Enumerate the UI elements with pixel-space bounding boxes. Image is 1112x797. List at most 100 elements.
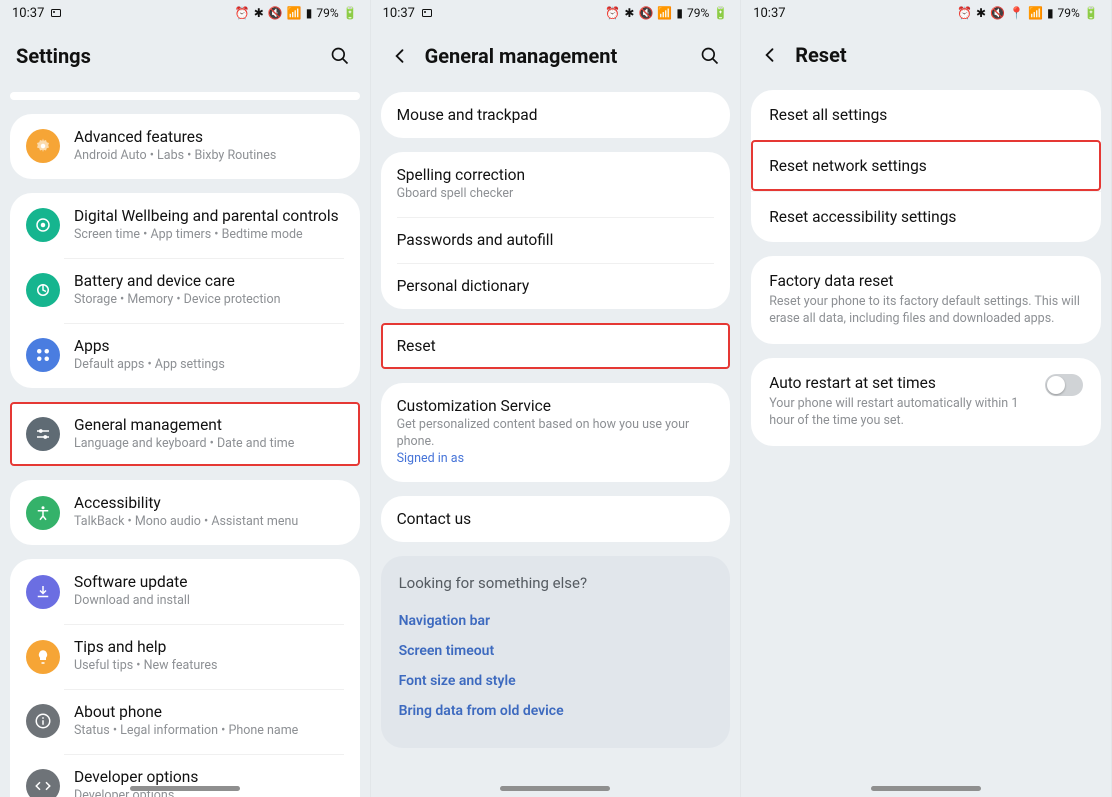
link-font-size-style[interactable]: Font size and style — [399, 666, 713, 696]
row-label: Advanced features — [74, 128, 344, 146]
card-text-input: Spelling correction Gboard spell checker… — [381, 152, 731, 309]
row-customization-service[interactable]: Customization Service Get personalized c… — [381, 383, 731, 482]
row-battery-care[interactable]: Battery and device care Storage • Memory… — [10, 258, 360, 323]
row-sub: Default apps • App settings — [74, 357, 344, 374]
row-software-update[interactable]: Software update Download and install — [10, 559, 360, 624]
row-label: Reset accessibility settings — [769, 208, 1083, 226]
row-reset[interactable]: Reset — [381, 323, 731, 369]
page-title: Settings — [16, 44, 91, 68]
row-personal-dictionary[interactable]: Personal dictionary — [381, 263, 731, 309]
back-button[interactable] — [387, 43, 413, 69]
row-advanced-features[interactable]: Advanced features Android Auto • Labs • … — [10, 114, 360, 179]
row-label: Reset network settings — [769, 157, 1083, 175]
info-icon — [26, 704, 60, 738]
row-sub: Gboard spell checker — [397, 186, 715, 203]
card-customization: Customization Service Get personalized c… — [381, 383, 731, 482]
chevron-left-icon — [760, 45, 780, 65]
row-reset-network[interactable]: Reset network settings — [751, 140, 1101, 191]
card-reset: Reset — [381, 323, 731, 369]
row-accessibility[interactable]: Accessibility TalkBack • Mono audio • As… — [10, 480, 360, 545]
header: General management — [371, 26, 741, 92]
row-label: Reset — [397, 337, 715, 355]
row-about-phone[interactable]: About phone Status • Legal information •… — [10, 689, 360, 754]
signal-icon: ▮ — [1047, 6, 1054, 20]
alarm-icon: ⏰ — [605, 6, 620, 20]
row-label: Battery and device care — [74, 272, 344, 290]
row-sub: Android Auto • Labs • Bixby Routines — [74, 148, 344, 165]
header: Reset — [741, 26, 1111, 90]
row-sub: Get personalized content based on how yo… — [397, 417, 715, 468]
row-label: Software update — [74, 573, 344, 591]
row-factory-reset[interactable]: Factory data reset Reset your phone to i… — [751, 256, 1101, 344]
auto-restart-toggle[interactable] — [1045, 374, 1083, 396]
row-spelling[interactable]: Spelling correction Gboard spell checker — [381, 152, 731, 217]
card-partial — [10, 92, 360, 100]
mute-icon: 🔇 — [638, 6, 653, 20]
signal-icon: ▮ — [676, 6, 683, 20]
row-sub: Status • Legal information • Phone name — [74, 723, 344, 740]
back-button[interactable] — [757, 42, 783, 68]
link-screen-timeout[interactable]: Screen timeout — [399, 636, 713, 666]
row-label: Passwords and autofill — [397, 231, 715, 249]
search-button[interactable] — [696, 42, 724, 70]
row-sub: Your phone will restart automatically wi… — [769, 396, 1023, 430]
alarm-icon: ⏰ — [235, 6, 250, 20]
row-sub: Reset your phone to its factory default … — [769, 294, 1083, 328]
gear-icon — [26, 129, 60, 163]
signed-in-link[interactable]: Signed in as — [397, 451, 464, 466]
apps-icon — [26, 338, 60, 372]
screen-general-management: 10:37 ⏰ ✱ 🔇 📶 ▮ 79% 🔋 General management… — [371, 0, 742, 797]
row-label: Developer options — [74, 768, 344, 786]
sliders-icon — [26, 417, 60, 451]
card-care: Digital Wellbeing and parental controls … — [10, 193, 360, 388]
link-navigation-bar[interactable]: Navigation bar — [399, 606, 713, 636]
mute-icon: 🔇 — [990, 6, 1005, 20]
link-bring-data[interactable]: Bring data from old device — [399, 696, 713, 726]
battery-icon: 🔋 — [1084, 6, 1099, 20]
screen-settings: 10:37 ⏰ ✱ 🔇 📶 ▮ 79% 🔋 Settings — [0, 0, 371, 797]
row-label: Digital Wellbeing and parental controls — [74, 207, 344, 225]
search-icon — [330, 46, 350, 66]
card-mouse: Mouse and trackpad — [381, 92, 731, 138]
row-general-management[interactable]: General management Language and keyboard… — [10, 402, 360, 467]
row-tips-help[interactable]: Tips and help Useful tips • New features — [10, 624, 360, 689]
row-apps[interactable]: Apps Default apps • App settings — [10, 323, 360, 388]
accessibility-icon — [26, 496, 60, 530]
wifi-icon: 📶 — [657, 6, 672, 20]
row-contact-us[interactable]: Contact us — [381, 496, 731, 542]
row-label: Mouse and trackpad — [397, 106, 715, 124]
home-indicator[interactable] — [500, 786, 610, 791]
row-label: Customization Service — [397, 397, 715, 415]
download-icon — [26, 575, 60, 609]
card-reset-options: Reset all settings Reset network setting… — [751, 90, 1101, 242]
status-bar: 10:37 ⏰ ✱ 🔇 📶 ▮ 79% 🔋 — [0, 0, 370, 26]
battery-text: 79% — [316, 6, 338, 20]
screen-reset: 10:37 ⏰ ✱ 🔇 📍 📶 ▮ 79% 🔋 Reset Reset all … — [741, 0, 1112, 797]
home-indicator[interactable] — [130, 786, 240, 791]
row-sub: Storage • Memory • Device protection — [74, 292, 344, 309]
row-label: General management — [74, 416, 344, 434]
header: Settings — [0, 26, 370, 92]
row-sub: Screen time • App timers • Bedtime mode — [74, 227, 344, 244]
row-sub: Download and install — [74, 593, 344, 610]
status-time: 10:37 — [383, 6, 415, 21]
row-auto-restart[interactable]: Auto restart at set times Your phone wil… — [751, 358, 1101, 446]
row-reset-all[interactable]: Reset all settings — [751, 90, 1101, 140]
row-digital-wellbeing[interactable]: Digital Wellbeing and parental controls … — [10, 193, 360, 258]
home-indicator[interactable] — [871, 786, 981, 791]
lightbulb-icon — [26, 640, 60, 674]
wifi-icon: 📶 — [1028, 6, 1043, 20]
page-title: General management — [425, 44, 618, 68]
code-icon — [26, 769, 60, 797]
row-label: Tips and help — [74, 638, 344, 656]
row-reset-accessibility[interactable]: Reset accessibility settings — [751, 191, 1101, 242]
card-other: Software update Download and install Tip… — [10, 559, 360, 797]
row-passwords[interactable]: Passwords and autofill — [381, 217, 731, 263]
wifi-icon: 📶 — [287, 6, 302, 20]
bluetooth-icon: ✱ — [254, 6, 264, 20]
row-label: Auto restart at set times — [769, 374, 1023, 392]
mute-icon: 🔇 — [268, 6, 283, 20]
row-mouse-trackpad[interactable]: Mouse and trackpad — [381, 92, 731, 138]
search-button[interactable] — [326, 42, 354, 70]
location-icon: 📍 — [1009, 6, 1024, 20]
